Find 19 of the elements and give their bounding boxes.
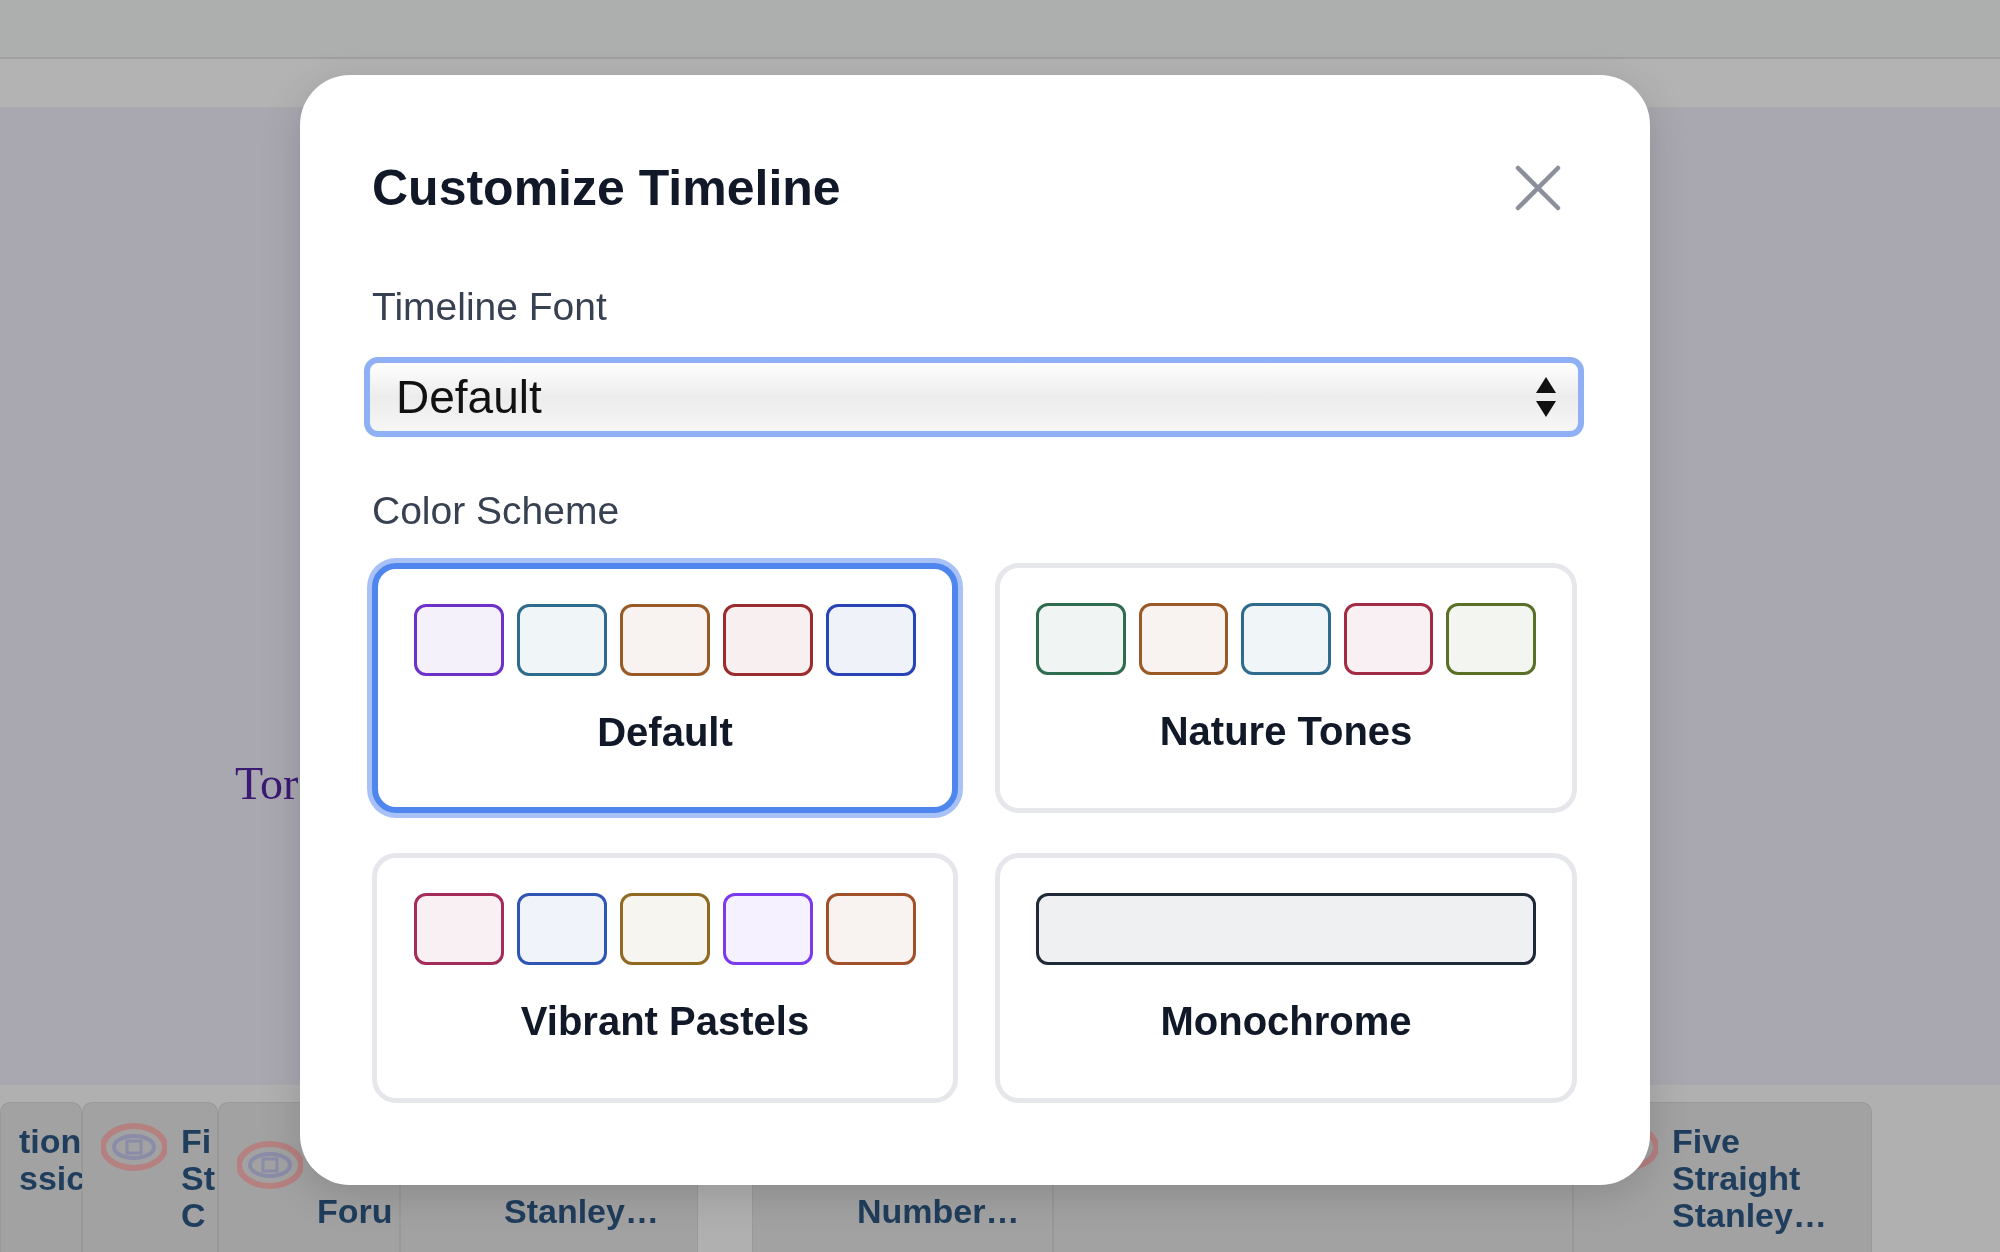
page-subtitle: Tor	[235, 757, 299, 810]
card-title: Five Straight Stanley…	[1672, 1123, 1827, 1234]
card-title: Stanley…	[504, 1193, 659, 1230]
field-label: Color Scheme	[372, 489, 620, 533]
close-button[interactable]	[1514, 164, 1562, 212]
field-label: Timeline Font	[372, 285, 607, 329]
logo-icon	[101, 1123, 167, 1171]
logo-icon	[237, 1141, 303, 1189]
dropdown-arrows-icon	[1534, 375, 1558, 419]
timeline-card[interactable]: tion ssic	[0, 1102, 82, 1252]
dialog-title: Customize Timeline	[372, 159, 841, 217]
card-title: Number…	[857, 1193, 1020, 1230]
color-scheme-option[interactable]: Monochrome	[995, 853, 1577, 1103]
card-title: Fi St C	[181, 1123, 215, 1234]
color-scheme-option[interactable]: Vibrant Pastels	[372, 853, 958, 1103]
font-select[interactable]: Default	[364, 357, 1584, 437]
card-title: Foru	[317, 1193, 393, 1230]
timeline-card[interactable]: Fi St C	[82, 1102, 218, 1252]
color-scheme-option[interactable]: Nature Tones	[995, 563, 1577, 813]
